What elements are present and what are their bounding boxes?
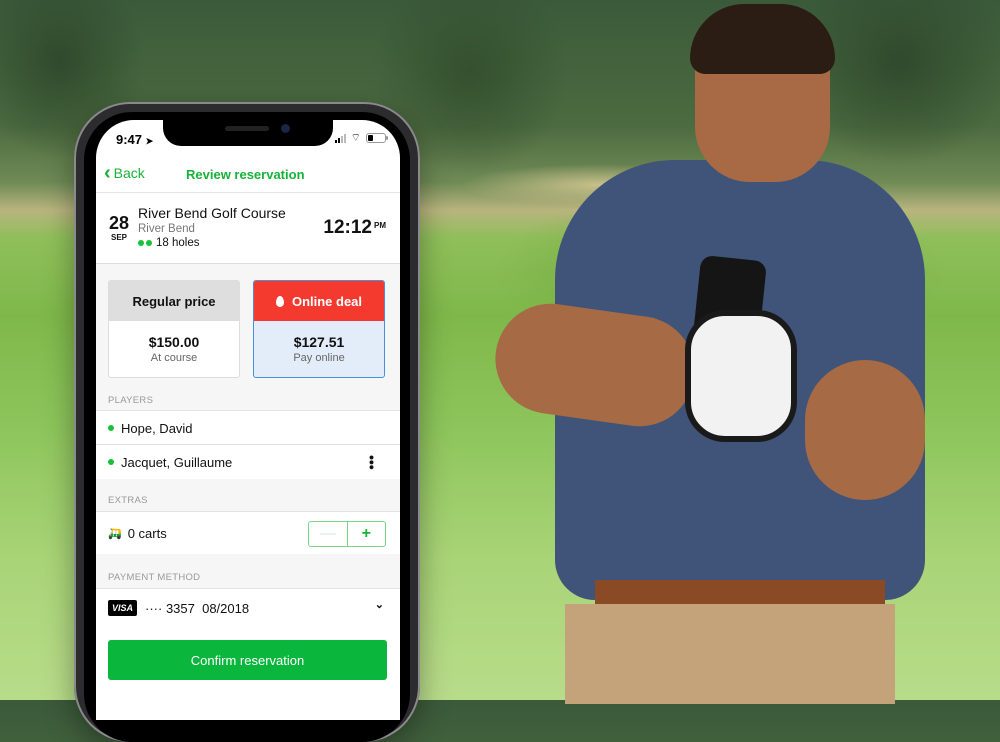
online-deal-title: Online deal — [291, 293, 363, 309]
payment-header: PAYMENT METHOD — [96, 554, 400, 588]
online-deal-header: Online deal — [254, 281, 384, 321]
regular-price-title: Regular price — [109, 281, 239, 321]
decrement-button[interactable]: — — [309, 522, 348, 546]
players-header: PLAYERS — [96, 388, 400, 412]
booking-summary: 28 SEP River Bend Golf Course River Bend… — [96, 193, 400, 264]
phone-notch — [163, 120, 333, 146]
holes-label: 18 holes — [156, 237, 200, 249]
phone-screen: 9:47 ➤ ⌔ ‹ Back Review reservation 28 SE… — [96, 120, 400, 720]
carts-label: 0 carts — [127, 525, 167, 541]
more-options-icon[interactable]: ••• — [364, 455, 380, 470]
increment-button[interactable]: + — [348, 522, 386, 546]
golfer-hair — [690, 4, 835, 74]
holes-dots-icon — [138, 240, 152, 246]
flame-icon — [275, 295, 284, 307]
regular-price-card[interactable]: Regular price $150.00 At course — [108, 280, 240, 378]
speaker-grille — [225, 126, 269, 131]
signal-icon — [334, 133, 346, 143]
chevron-down-icon[interactable]: ⌄ — [375, 598, 384, 611]
extras-header: EXTRAS — [96, 479, 400, 511]
price-options: Regular price $150.00 At course Online d… — [96, 264, 400, 388]
golf-cart-icon: 🛺 — [108, 527, 122, 540]
chevron-left-icon: ‹ — [104, 162, 111, 184]
course-name: River Bend Golf Course — [138, 205, 286, 221]
payment-label: PAYMENT METHOD — [108, 572, 201, 583]
player-row[interactable]: Jacquet, Guillaume ••• — [96, 444, 400, 480]
regular-price-subtitle: At course — [150, 352, 198, 364]
booking-month: SEP — [110, 233, 127, 242]
carts-row: 🛺 0 carts — + — [96, 511, 400, 555]
player-status-dot — [108, 425, 114, 431]
golfer-right-arm — [805, 360, 925, 500]
player-name: Hope, David — [121, 420, 193, 436]
player-row[interactable]: Hope, David — [96, 410, 400, 445]
regular-price-amount: $150.00 — [148, 334, 200, 350]
extras-label: EXTRAS — [108, 495, 148, 506]
wifi-icon: ⌔ — [350, 131, 361, 144]
payment-method-select[interactable]: VISA ···· 3357 08/2018 ⌄ — [96, 588, 400, 628]
players-label: PLAYERS — [108, 395, 154, 406]
holes-info: 18 holes — [138, 237, 199, 249]
status-time: 9:47 ➤ — [116, 132, 154, 147]
back-label: Back — [113, 165, 145, 181]
player-status-dot — [108, 459, 114, 465]
location-arrow-icon: ➤ — [145, 136, 154, 146]
battery-icon — [366, 133, 388, 143]
golfer-belt — [595, 580, 885, 606]
player-name: Jacquet, Guillaume — [121, 454, 233, 470]
carts-stepper[interactable]: — + — [308, 521, 386, 547]
online-deal-subtitle: Pay online — [293, 352, 345, 364]
page-title: Review reservation — [186, 167, 305, 182]
tee-time: 12:12 PM — [323, 217, 386, 238]
card-details: ···· 3357 08/2018 — [145, 600, 250, 616]
status-icons: ⌔ — [334, 131, 388, 144]
online-deal-amount: $127.51 — [293, 334, 345, 350]
booking-day: 28 — [108, 213, 130, 233]
visa-card-icon: VISA — [108, 600, 138, 616]
golfer-photo — [488, 0, 935, 704]
front-camera — [281, 124, 290, 133]
golfer-pants — [565, 604, 895, 704]
confirm-reservation-button[interactable]: Confirm reservation — [108, 640, 387, 680]
back-button[interactable]: ‹ Back — [104, 162, 145, 184]
golf-glove — [685, 310, 797, 442]
nav-bar: ‹ Back Review reservation — [96, 160, 400, 193]
online-deal-card[interactable]: Online deal $127.51 Pay online — [253, 280, 385, 378]
course-area: River Bend — [138, 223, 195, 235]
